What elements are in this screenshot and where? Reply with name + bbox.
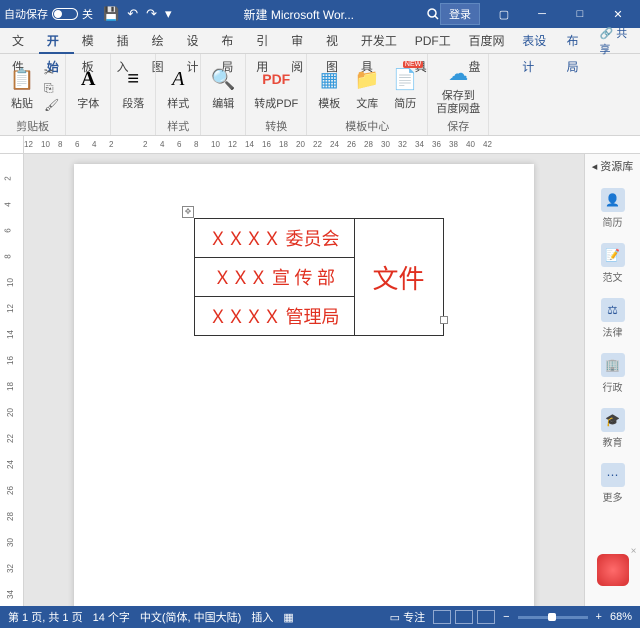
- tab-design[interactable]: 设计: [178, 28, 213, 54]
- save-baidu-button[interactable]: ☁ 保存到 百度网盘: [434, 58, 482, 118]
- tab-pdf[interactable]: PDF工具: [407, 28, 461, 54]
- read-view-icon[interactable]: [455, 610, 473, 624]
- font-button[interactable]: A 字体: [72, 63, 104, 113]
- focus-mode[interactable]: ▭ 专注: [390, 609, 425, 625]
- styles-group-label: 样式: [167, 119, 189, 135]
- web-view-icon[interactable]: [477, 610, 495, 624]
- gift-promo[interactable]: [597, 554, 629, 586]
- more-icon: ⋯: [601, 463, 625, 487]
- tab-review[interactable]: 审阅: [283, 28, 318, 54]
- document-area[interactable]: ✥ ＸＸＸＸ 委员会 文件 ＸＸＸ 宣 传 部 ＸＸＸＸ 管理局: [24, 154, 584, 606]
- admin-icon: 🏢: [601, 353, 625, 377]
- library-button[interactable]: 📁 文库: [351, 63, 383, 113]
- resume-panel-icon: 👤: [601, 188, 625, 212]
- convert-pdf-button[interactable]: PDF 转成PDF: [252, 63, 300, 113]
- paste-button[interactable]: 📋 粘贴: [6, 63, 38, 113]
- share-button[interactable]: 🔗 共享: [594, 25, 637, 57]
- horizontal-ruler[interactable]: 1210864224681012141618202224262830323436…: [24, 136, 640, 153]
- zoom-level[interactable]: 68%: [610, 611, 632, 623]
- tab-table-layout[interactable]: 布局: [559, 28, 594, 54]
- library-icon: 📁: [353, 65, 381, 93]
- tab-insert[interactable]: 插入: [109, 28, 144, 54]
- undo-icon[interactable]: ↶: [127, 6, 138, 22]
- table-cell[interactable]: ＸＸＸＸ 委员会: [195, 219, 355, 258]
- clipboard-group-label: 剪贴板: [16, 119, 49, 135]
- sidepanel-title: ◂ 资源库: [592, 158, 634, 174]
- styles-button[interactable]: A 样式: [162, 63, 194, 113]
- tab-baidu[interactable]: 百度网盘: [460, 28, 514, 54]
- font-icon: A: [74, 65, 102, 93]
- resume-icon: 📄: [391, 65, 419, 93]
- minimize-button[interactable]: ─: [524, 0, 560, 28]
- sample-icon: 📝: [601, 243, 625, 267]
- pdf-icon: PDF: [262, 65, 290, 93]
- save-group-label: 保存: [447, 119, 469, 135]
- paragraph-button[interactable]: ≡ 段落: [117, 63, 149, 113]
- autosave-label: 自动保存: [4, 6, 48, 22]
- tab-home[interactable]: 开始: [39, 28, 74, 54]
- save-icon[interactable]: 💾: [103, 6, 119, 22]
- word-count[interactable]: 14 个字: [93, 609, 130, 625]
- sidepanel-edu[interactable]: 🎓教育: [601, 408, 625, 449]
- tab-table-design[interactable]: 表设计: [514, 28, 558, 54]
- sidepanel-law[interactable]: ⚖法律: [601, 298, 625, 339]
- cut-icon[interactable]: ✂: [44, 65, 59, 79]
- paste-icon: 📋: [8, 65, 36, 93]
- table-cell-merged[interactable]: 文件: [354, 219, 443, 336]
- print-layout-view-icon[interactable]: [433, 610, 451, 624]
- table-move-handle[interactable]: ✥: [182, 206, 194, 218]
- convert-group-label: 转换: [265, 119, 287, 135]
- tab-view[interactable]: 视图: [318, 28, 353, 54]
- macro-icon[interactable]: ▦: [283, 611, 293, 624]
- zoom-out-button[interactable]: −: [503, 611, 509, 623]
- format-painter-icon[interactable]: 🖌: [44, 98, 59, 112]
- autosave-state: 关: [82, 6, 93, 22]
- table-cell[interactable]: ＸＸＸＸ 管理局: [195, 297, 355, 336]
- law-icon: ⚖: [601, 298, 625, 322]
- tab-layout[interactable]: 布局: [213, 28, 248, 54]
- sidepanel-resume[interactable]: 👤简历: [601, 188, 625, 229]
- styles-icon: A: [164, 65, 192, 93]
- table-resize-handle[interactable]: [440, 316, 448, 324]
- ruler-corner: [0, 136, 24, 153]
- resume-button[interactable]: NEW 📄 简历: [389, 63, 421, 113]
- page-status[interactable]: 第 1 页, 共 1 页: [8, 609, 83, 625]
- sidepanel-sample[interactable]: 📝范文: [601, 243, 625, 284]
- template-center-label: 模板中心: [345, 119, 389, 135]
- sidepanel-admin[interactable]: 🏢行政: [601, 353, 625, 394]
- new-badge: NEW: [403, 61, 423, 68]
- ribbon-options-icon[interactable]: ▢: [486, 0, 522, 28]
- tab-file[interactable]: 文件: [4, 28, 39, 54]
- tab-references[interactable]: 引用: [248, 28, 283, 54]
- cloud-icon: ☁: [444, 60, 472, 88]
- language-status[interactable]: 中文(简体, 中国大陆): [140, 609, 241, 625]
- copy-icon[interactable]: ⎘: [44, 81, 59, 96]
- tab-developer[interactable]: 开发工具: [353, 28, 407, 54]
- zoom-in-button[interactable]: +: [596, 611, 602, 623]
- tab-draw[interactable]: 绘图: [144, 28, 179, 54]
- insert-mode[interactable]: 插入: [251, 609, 273, 625]
- vertical-ruler[interactable]: 246810121416182022242628303234: [0, 154, 24, 606]
- autosave-toggle[interactable]: [52, 8, 78, 20]
- tab-templates[interactable]: 模板: [74, 28, 109, 54]
- table-cell[interactable]: ＸＸＸ 宣 传 部: [195, 258, 355, 297]
- templates-icon: ▦: [315, 65, 343, 93]
- editing-button[interactable]: 🔍 编辑: [207, 63, 239, 113]
- document-title: 新建 Microsoft Wor...: [172, 6, 426, 23]
- sidepanel-more[interactable]: ⋯更多: [601, 463, 625, 504]
- login-button[interactable]: 登录: [440, 3, 480, 25]
- document-page[interactable]: ✥ ＸＸＸＸ 委员会 文件 ＸＸＸ 宣 传 部 ＸＸＸＸ 管理局: [74, 164, 534, 606]
- templates-button[interactable]: ▦ 模板: [313, 63, 345, 113]
- document-table[interactable]: ＸＸＸＸ 委员会 文件 ＸＸＸ 宣 传 部 ＸＸＸＸ 管理局: [194, 218, 444, 336]
- search-icon[interactable]: [426, 7, 440, 21]
- find-icon: 🔍: [209, 65, 237, 93]
- edu-icon: 🎓: [601, 408, 625, 432]
- redo-icon[interactable]: ↷: [146, 6, 157, 22]
- paragraph-icon: ≡: [119, 65, 147, 93]
- zoom-slider[interactable]: [518, 616, 588, 619]
